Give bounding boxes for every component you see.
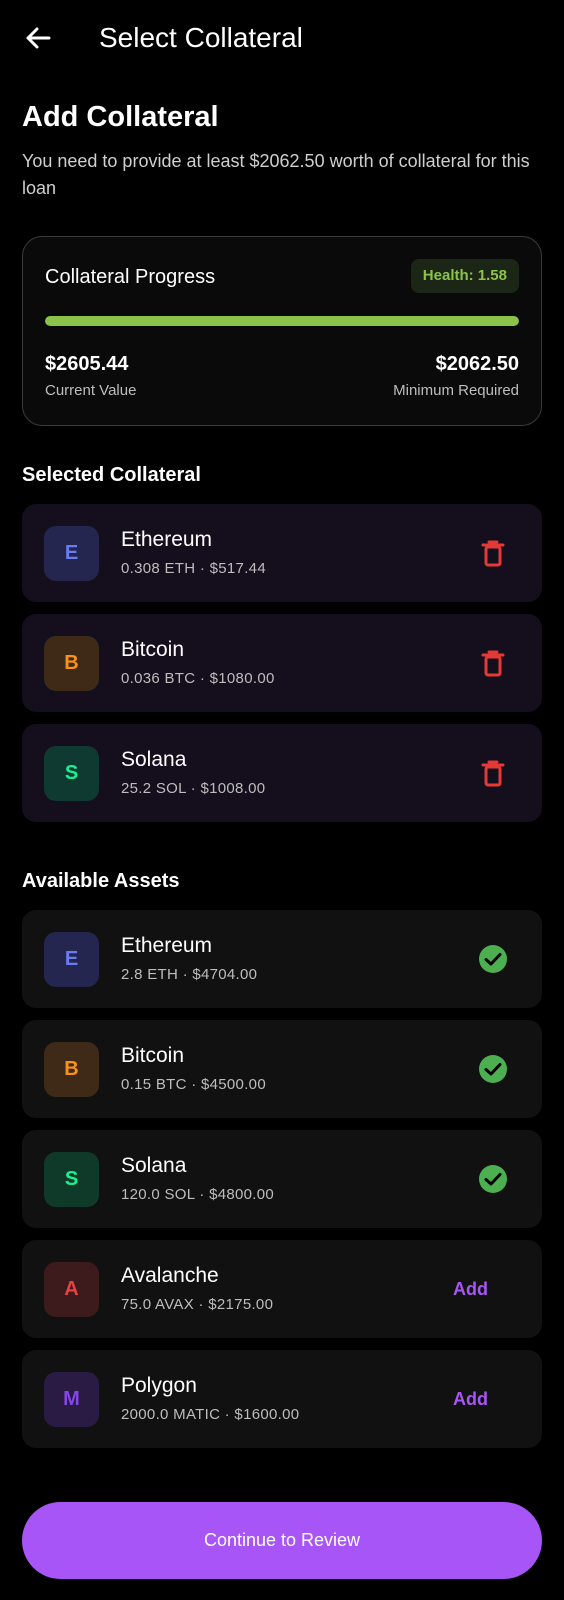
add-avalanche-button[interactable]: Add xyxy=(453,1275,488,1303)
progress-bar xyxy=(45,316,519,326)
asset-name: Avalanche xyxy=(121,1264,219,1287)
selected-item-bitcoin: B Bitcoin 0.036 BTC · $1080.00 xyxy=(22,614,542,712)
asset-name: Bitcoin xyxy=(121,1044,185,1067)
bitcoin-avatar: B xyxy=(44,636,99,691)
collateral-progress-card: Collateral Progress Health: 1.58 $2605.4… xyxy=(22,236,542,426)
asset-name: Ethereum xyxy=(121,528,213,551)
ethereum-selected-indicator[interactable] xyxy=(476,942,510,976)
trash-icon xyxy=(481,760,505,787)
collateral-requirement-text: You need to provide at least $2062.50 wo… xyxy=(22,151,530,198)
ethereum-avatar: E xyxy=(44,526,99,581)
check-circle-icon xyxy=(479,945,507,973)
solana-avatar: S xyxy=(44,1152,99,1207)
check-circle-icon xyxy=(479,1165,507,1193)
progress-bar-fill xyxy=(45,316,519,326)
ethereum-avatar: E xyxy=(44,932,99,987)
available-item-bitcoin[interactable]: B Bitcoin 0.15 BTC · $4500.00 xyxy=(22,1020,542,1118)
asset-balance: 0.15 BTC · $4500.00 xyxy=(121,1076,266,1093)
selected-item-solana: S Solana 25.2 SOL · $1008.00 xyxy=(22,724,542,822)
asset-name: Ethereum xyxy=(121,934,213,957)
current-value-label: Current Value xyxy=(45,382,137,399)
bitcoin-selected-indicator[interactable] xyxy=(476,1052,510,1086)
asset-name: Solana xyxy=(121,1154,187,1177)
minimum-required-value: $2062.50 xyxy=(435,353,519,375)
asset-name: Bitcoin xyxy=(121,638,185,661)
available-item-solana[interactable]: S Solana 120.0 SOL · $4800.00 xyxy=(22,1130,542,1228)
add-polygon-button[interactable]: Add xyxy=(453,1385,488,1413)
back-button[interactable] xyxy=(22,22,54,54)
asset-balance: 2000.0 MATIC · $1600.00 xyxy=(121,1406,300,1423)
remove-solana-button[interactable] xyxy=(476,756,510,790)
top-app-bar: Select Collateral xyxy=(0,0,564,76)
bitcoin-avatar: B xyxy=(44,1042,99,1097)
available-assets-heading: Available Assets xyxy=(22,870,180,892)
trash-icon xyxy=(481,650,505,677)
asset-amount: 0.308 ETH · $517.44 xyxy=(121,560,266,577)
trash-icon xyxy=(481,540,505,567)
avalanche-avatar: A xyxy=(44,1262,99,1317)
health-badge: Health: 1.58 xyxy=(410,259,519,293)
asset-name: Solana xyxy=(121,748,187,771)
asset-name: Polygon xyxy=(121,1374,197,1397)
minimum-required-label: Minimum Required xyxy=(393,382,519,399)
asset-amount: 25.2 SOL · $1008.00 xyxy=(121,780,266,797)
current-value-group: $2605.44 Current Value xyxy=(45,350,136,402)
check-circle-icon xyxy=(479,1055,507,1083)
remove-bitcoin-button[interactable] xyxy=(476,646,510,680)
solana-selected-indicator[interactable] xyxy=(476,1162,510,1196)
page-title: Select Collateral xyxy=(99,22,303,53)
asset-balance: 2.8 ETH · $4704.00 xyxy=(121,966,258,983)
section-heading: Add Collateral xyxy=(22,101,219,133)
available-item-ethereum[interactable]: E Ethereum 2.8 ETH · $4704.00 xyxy=(22,910,542,1008)
minimum-required-group: $2062.50 Minimum Required xyxy=(393,350,519,402)
asset-balance: 75.0 AVAX · $2175.00 xyxy=(121,1296,274,1313)
current-value: $2605.44 xyxy=(45,353,129,375)
remove-ethereum-button[interactable] xyxy=(476,536,510,570)
polygon-avatar: M xyxy=(44,1372,99,1427)
selected-collateral-heading: Selected Collateral xyxy=(22,464,201,486)
solana-avatar: S xyxy=(44,746,99,801)
available-item-polygon[interactable]: M Polygon 2000.0 MATIC · $1600.00 Add xyxy=(22,1350,542,1448)
asset-balance: 120.0 SOL · $4800.00 xyxy=(121,1186,275,1203)
available-item-avalanche[interactable]: A Avalanche 75.0 AVAX · $2175.00 Add xyxy=(22,1240,542,1338)
progress-title: Collateral Progress xyxy=(45,266,216,288)
asset-amount: 0.036 BTC · $1080.00 xyxy=(121,670,275,687)
continue-to-review-button[interactable]: Continue to Review xyxy=(22,1502,542,1579)
arrow-left-icon xyxy=(26,27,51,49)
selected-item-ethereum: E Ethereum 0.308 ETH · $517.44 xyxy=(22,504,542,602)
